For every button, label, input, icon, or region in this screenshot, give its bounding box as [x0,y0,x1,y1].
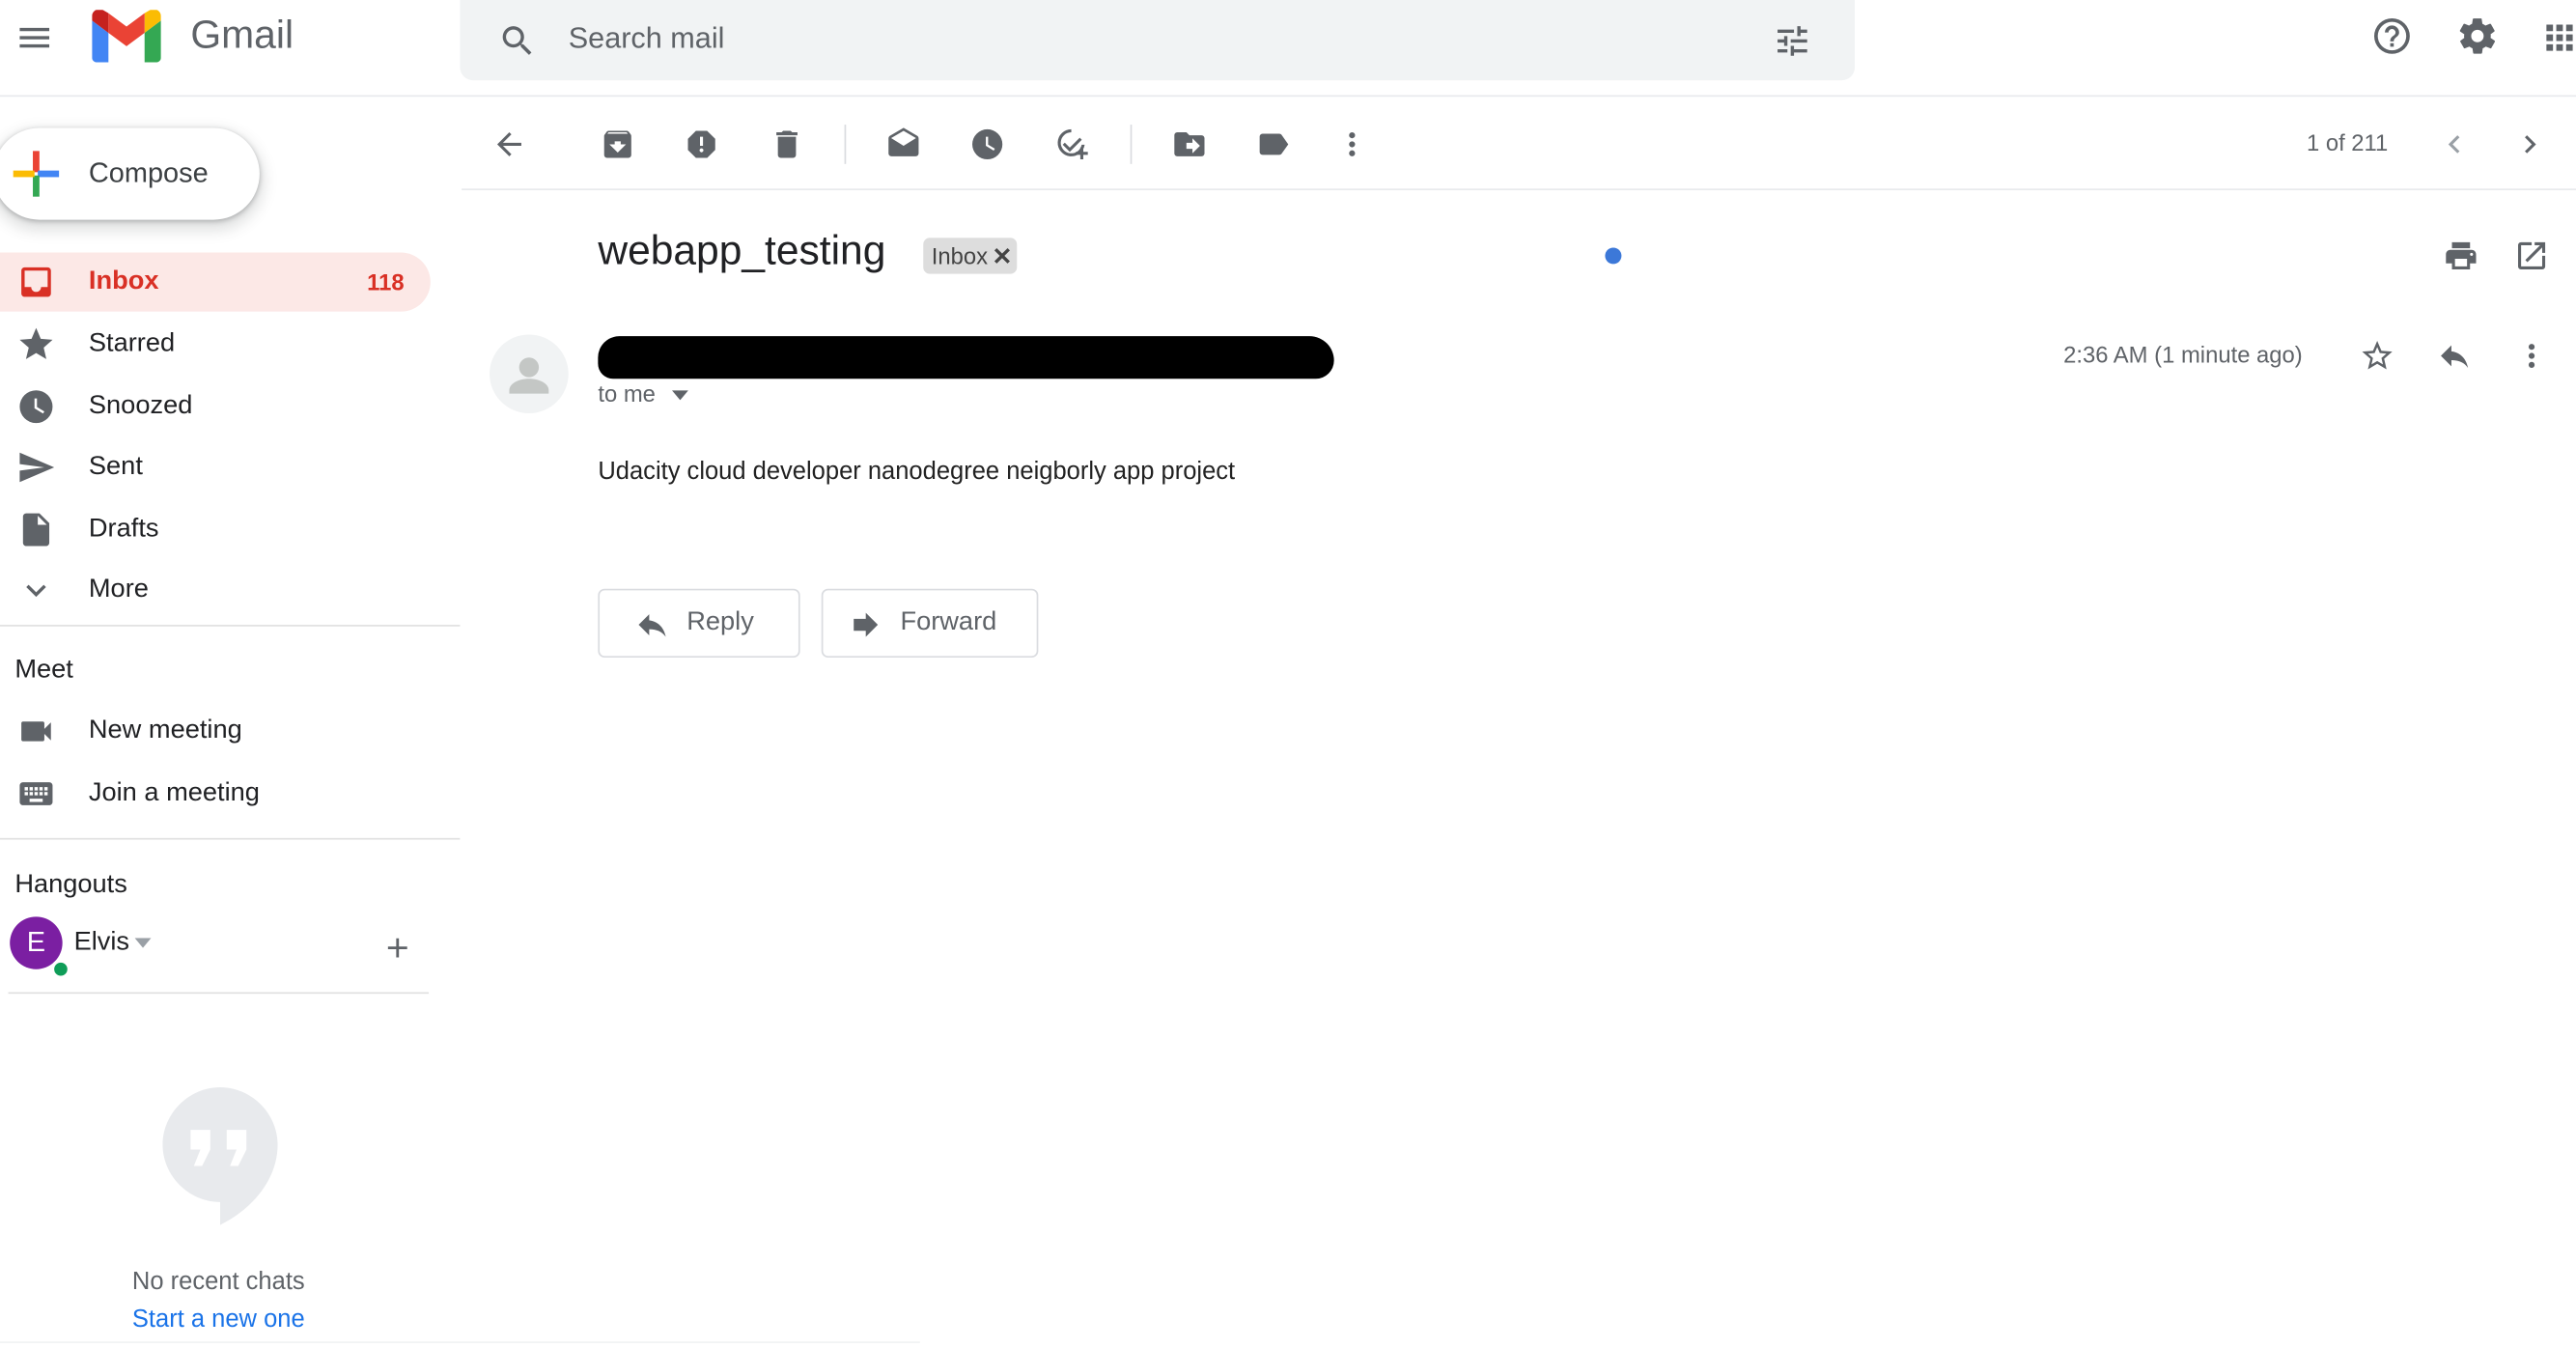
sidebar-item-inbox[interactable]: Inbox 118 [0,252,431,312]
online-status-dot [50,959,71,979]
hangouts-user-name[interactable]: Elvis [74,928,129,958]
reply-arrow-icon [632,605,672,645]
chat-bubble-icon [157,1082,282,1230]
recipient-details[interactable]: to me [598,380,688,407]
remove-label-icon[interactable] [994,247,1011,264]
forward-arrow-icon [846,605,885,645]
gmail-logo-icon[interactable] [91,8,163,64]
message-body: Udacity cloud developer nanodegree neigb… [598,457,1236,486]
sidebar-item-more[interactable]: More [0,561,431,620]
sidebar-item-sent[interactable]: Sent [0,437,431,496]
gmail-window: Gmail Search mail Compose Inbox 118 Star… [0,0,2576,1348]
settings-gear-icon[interactable] [2454,14,2501,60]
reply-button-label: Reply [686,608,754,636]
sidebar-item-label: Drafts [88,515,159,544]
help-icon[interactable] [2369,14,2416,60]
mark-unread-icon[interactable] [883,125,923,164]
search-input[interactable]: Search mail [569,21,725,56]
caret-down-icon[interactable] [671,390,688,401]
toolbar-divider [1130,125,1133,164]
no-recent-chats: No recent chats [131,1267,305,1296]
send-icon [16,448,56,488]
delete-icon[interactable] [768,125,807,164]
newer-chevron-left-icon[interactable] [2435,125,2475,164]
bottom-divider [0,1341,920,1343]
sidebar-item-starred[interactable]: Starred [0,315,431,374]
more-options-icon[interactable] [1332,125,1372,164]
sender-avatar [490,334,569,413]
snooze-icon[interactable] [967,125,1007,164]
keyboard-icon [16,774,56,814]
sidebar-item-label: Inbox [88,267,159,295]
move-to-icon[interactable] [1169,125,1209,164]
forward-button-label: Forward [900,608,997,636]
label-chip-text: Inbox [931,242,989,269]
divider [0,625,461,627]
report-spam-icon[interactable] [682,125,721,164]
divider [0,837,461,840]
sidebar-item-label: Snoozed [88,391,193,420]
search-options-icon[interactable] [1771,19,1813,62]
video-camera-icon [16,712,56,751]
status-dropdown-icon[interactable] [131,933,154,952]
redacted-sender [598,336,1334,379]
compose-label: Compose [88,157,209,189]
clock-icon [16,387,56,427]
message-more-icon[interactable] [2512,336,2552,376]
main-menu-icon[interactable] [14,16,56,59]
apps-grid-icon[interactable] [2540,16,2576,59]
pagination-text: 1 of 211 [2306,129,2389,156]
divider [8,992,430,995]
open-in-new-window-icon[interactable] [2512,237,2552,276]
reply-icon[interactable] [2435,336,2475,376]
search-bar[interactable]: Search mail [460,0,1856,81]
sidebar-item-join-meeting[interactable]: Join a meeting [0,764,431,823]
label-icon[interactable] [1253,125,1293,164]
older-chevron-right-icon[interactable] [2510,125,2550,164]
back-icon[interactable] [490,125,529,164]
message-timestamp: 2:36 AM (1 minute ago) [2063,341,2303,368]
sidebar-item-label: New meeting [88,716,242,745]
gmail-brand[interactable]: Gmail [190,14,294,60]
unread-count: 118 [367,268,405,295]
recipient-text: to me [598,380,656,407]
search-icon[interactable] [496,19,539,62]
sidebar-item-label: More [88,576,149,604]
sidebar-item-snoozed[interactable]: Snoozed [0,378,431,436]
sidebar-item-label: Starred [88,329,176,358]
start-new-chat-link[interactable]: Start a new one [0,1306,437,1334]
print-icon[interactable] [2441,237,2480,276]
add-to-tasks-icon[interactable] [1053,125,1093,164]
unread-indicator-dot [1605,247,1622,265]
compose-button[interactable]: Compose [0,127,260,220]
archive-icon[interactable] [598,125,637,164]
chevron-down-icon [16,571,56,610]
meet-section-title: Meet [14,656,73,685]
reply-button[interactable]: Reply [598,588,800,659]
toolbar-divider [844,125,847,164]
sidebar-item-drafts[interactable]: Drafts [0,500,431,559]
inbox-label-chip[interactable]: Inbox [923,238,1018,274]
compose-plus-icon [13,151,60,197]
draft-icon [16,510,56,549]
hangouts-section-title: Hangouts [14,870,127,899]
sidebar-item-new-meeting[interactable]: New meeting [0,702,431,761]
sidebar-item-label: Join a meeting [88,778,260,807]
forward-button[interactable]: Forward [821,588,1039,659]
star-icon[interactable] [2358,336,2397,376]
inbox-icon [16,263,56,302]
star-icon [16,324,56,364]
email-subject: webapp_testing [598,228,886,274]
add-chat-icon[interactable] [378,928,417,968]
sidebar-item-label: Sent [88,452,143,481]
